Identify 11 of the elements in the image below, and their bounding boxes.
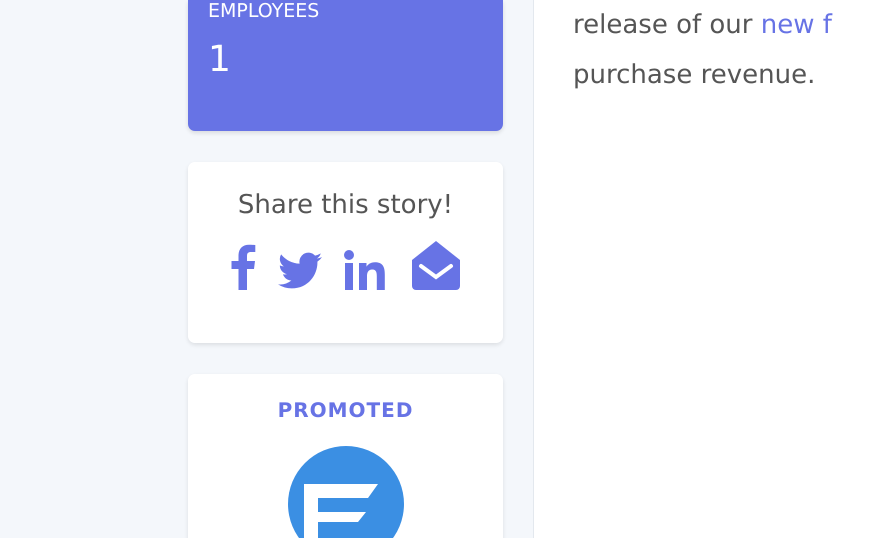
stat-label: EMPLOYEES xyxy=(208,0,320,22)
share-title: Share this story! xyxy=(236,189,454,222)
envelope-icon[interactable] xyxy=(410,240,462,290)
linkedin-icon[interactable] xyxy=(344,250,388,290)
bird-icon[interactable] xyxy=(278,252,322,290)
stat-value: 1 xyxy=(208,40,232,80)
facebook-icon[interactable] xyxy=(230,244,256,290)
article-paragraph: release of our new f purchase revenue. xyxy=(573,9,834,92)
promoted-label: PROMOTED xyxy=(276,398,414,422)
company-logo-icon[interactable] xyxy=(288,446,404,538)
article-link[interactable]: new f xyxy=(760,10,832,40)
